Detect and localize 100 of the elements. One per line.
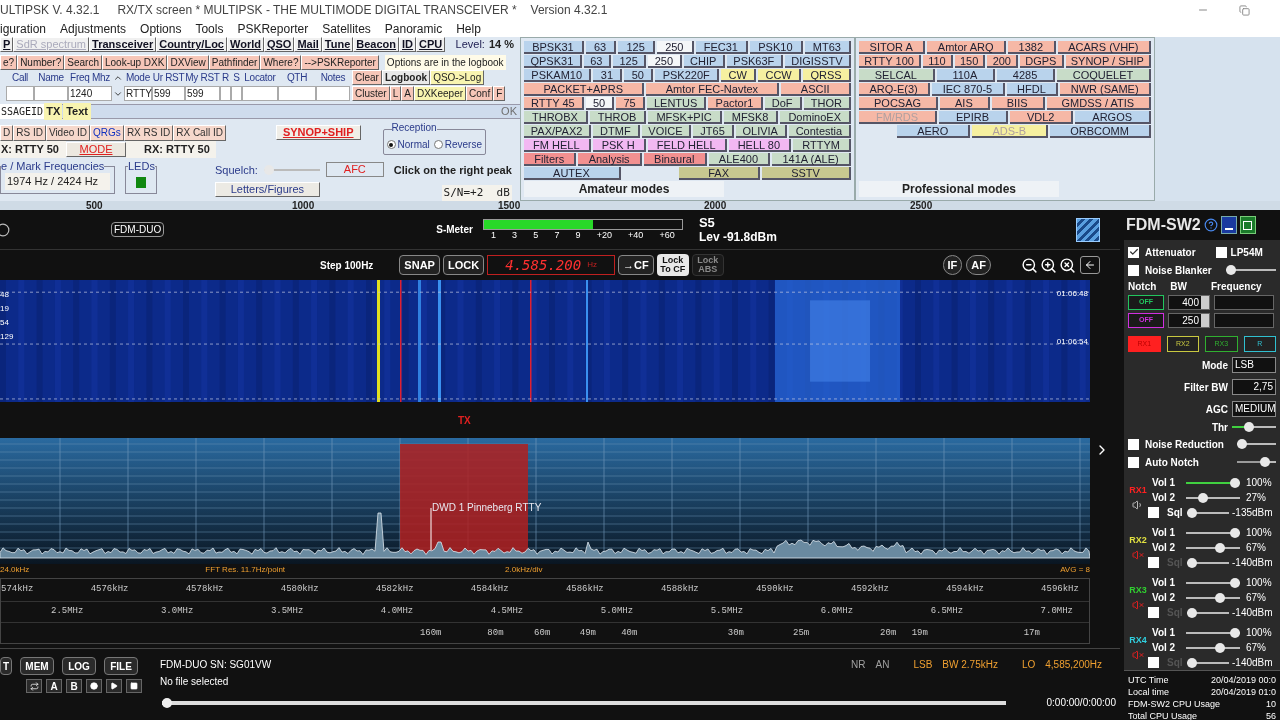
modulation-button[interactable]: SSTV <box>762 167 852 180</box>
modulation-button[interactable]: 4285 <box>997 69 1055 82</box>
loop-icon[interactable] <box>26 679 42 693</box>
slider-thumb[interactable] <box>1230 527 1240 538</box>
text-button[interactable]: Text <box>63 103 92 120</box>
modulation-button[interactable]: PSK H <box>592 139 646 152</box>
logbook-action-button[interactable]: A <box>401 86 414 101</box>
modulation-button[interactable]: PSK10 <box>750 41 803 54</box>
modulation-button[interactable]: 141A (ALE) <box>772 153 851 166</box>
modulation-button[interactable]: PSK220F <box>655 69 720 82</box>
modulation-button[interactable]: DIGISSTV <box>784 55 852 68</box>
slider[interactable] <box>1187 557 1229 568</box>
modulation-button[interactable]: 200 <box>987 55 1019 68</box>
slider[interactable] <box>1232 422 1276 432</box>
modulation-button[interactable]: HELL 80 <box>728 139 792 152</box>
center-button[interactable]: →CF <box>618 255 654 275</box>
lookup-button[interactable]: Where? <box>260 54 302 70</box>
modulation-button[interactable]: PAX/PAX2 <box>524 125 592 138</box>
minimize-icon[interactable] <box>1220 216 1237 234</box>
modulation-button[interactable]: CCW <box>758 69 802 82</box>
modulation-button[interactable]: MT63 <box>804 41 852 54</box>
modulation-button[interactable]: MFSK8 <box>723 111 779 124</box>
slider[interactable] <box>263 165 320 176</box>
modulation-button[interactable]: SITOR A <box>859 41 926 54</box>
muted-speaker-icon[interactable] <box>1132 549 1144 562</box>
lock-abs-button[interactable]: Lock ABS <box>691 254 724 276</box>
slider-thumb[interactable] <box>1225 265 1236 275</box>
speaker-icon[interactable] <box>1132 499 1144 512</box>
slider[interactable] <box>1187 657 1229 668</box>
id-button[interactable]: D <box>0 125 14 141</box>
slider[interactable] <box>1186 642 1240 653</box>
log-field[interactable] <box>220 86 231 101</box>
slider[interactable] <box>1186 592 1240 603</box>
log-field[interactable] <box>242 86 278 101</box>
logbook-action-button[interactable]: Cluster <box>352 86 390 101</box>
modulation-button[interactable]: OLIVIA <box>735 125 787 138</box>
checkbox[interactable] <box>1148 557 1159 568</box>
checkbox[interactable] <box>1128 246 1139 258</box>
checkbox[interactable] <box>1215 246 1227 258</box>
radio-option[interactable]: Normal <box>386 137 430 152</box>
log-field[interactable]: 1240 <box>68 86 112 101</box>
slider[interactable] <box>1186 492 1240 503</box>
bandwidth-field[interactable]: 400 <box>1168 294 1210 310</box>
toolbar-button[interactable]: Beacon <box>353 37 400 52</box>
help-icon[interactable] <box>1203 218 1218 232</box>
toolbar-button[interactable]: Country/Loc <box>156 37 227 52</box>
modulation-button[interactable]: Contestia <box>788 125 851 138</box>
log-field[interactable] <box>278 86 316 101</box>
slider[interactable] <box>1225 265 1276 275</box>
playback-thumb[interactable] <box>162 697 172 708</box>
lookup-button[interactable]: Look-up DXK <box>101 54 168 70</box>
panel-button[interactable]: FILE <box>104 657 138 675</box>
modulation-button[interactable]: 63 <box>585 41 617 54</box>
modulation-button[interactable]: IEC 870-5 <box>932 83 1005 96</box>
lookup-button[interactable]: DXView <box>167 54 209 70</box>
slider[interactable] <box>1237 439 1276 449</box>
modulation-button[interactable]: 125 <box>612 55 647 68</box>
modulation-button[interactable]: THROB <box>589 111 647 124</box>
ring-icon[interactable] <box>0 222 10 237</box>
modulation-button[interactable]: MFSK+PIC <box>648 111 722 124</box>
log-field[interactable] <box>6 86 34 101</box>
stop-icon[interactable] <box>126 679 142 693</box>
zoom-in-icon[interactable] <box>1040 256 1057 274</box>
modulation-button[interactable]: Analysis <box>578 153 642 166</box>
play-icon[interactable] <box>106 679 122 693</box>
lookup-button[interactable]: Search <box>64 54 102 70</box>
modulation-button[interactable]: Filters <box>524 153 577 166</box>
slider-thumb[interactable] <box>1230 627 1240 638</box>
slider-thumb[interactable] <box>1230 577 1240 588</box>
lock-cf-button[interactable]: Lock To CF <box>656 254 689 276</box>
checkbox[interactable] <box>1148 607 1159 618</box>
radio-button[interactable] <box>386 140 396 149</box>
back-button[interactable] <box>1080 256 1100 274</box>
modulation-button[interactable]: QRSS <box>803 69 851 82</box>
slider[interactable] <box>1186 527 1240 538</box>
modulation-button[interactable]: Amtor ARQ <box>927 41 1007 54</box>
id-button[interactable]: RX RS ID <box>123 125 174 141</box>
panel-button[interactable]: T <box>0 657 12 675</box>
log-field[interactable] <box>34 86 68 101</box>
bandwidth-field[interactable]: 250 <box>1168 312 1210 328</box>
modulation-button[interactable]: JT65 <box>693 125 734 138</box>
panel-button[interactable]: MEM <box>20 657 54 675</box>
modulation-button[interactable]: PSK63F <box>726 55 783 68</box>
slider-thumb[interactable] <box>1237 439 1248 449</box>
modulation-button[interactable]: ORBCOMM <box>1050 125 1151 138</box>
logbook-action-button[interactable]: DXKeeper <box>413 86 467 101</box>
modulation-button[interactable]: RTTYM <box>793 139 851 152</box>
modulation-button[interactable]: ASCII <box>781 83 851 96</box>
slider-thumb[interactable] <box>1187 557 1197 568</box>
modulation-button[interactable]: SELCAL <box>859 69 935 82</box>
modulation-button[interactable]: GMDSS / ATIS <box>1046 97 1151 110</box>
menu-item[interactable]: Panoramic <box>384 19 443 38</box>
marker-button[interactable]: A <box>46 679 62 693</box>
modulation-button[interactable]: Binaural <box>643 153 707 166</box>
modulation-button[interactable]: FAX <box>679 167 761 180</box>
toolbar-button[interactable]: QSO <box>263 37 295 52</box>
modulation-button[interactable]: 1382 <box>1008 41 1056 54</box>
slider[interactable] <box>1186 577 1240 588</box>
toolbar-button[interactable]: CPU <box>416 37 446 52</box>
modulation-button[interactable]: LENTUS <box>646 97 707 110</box>
